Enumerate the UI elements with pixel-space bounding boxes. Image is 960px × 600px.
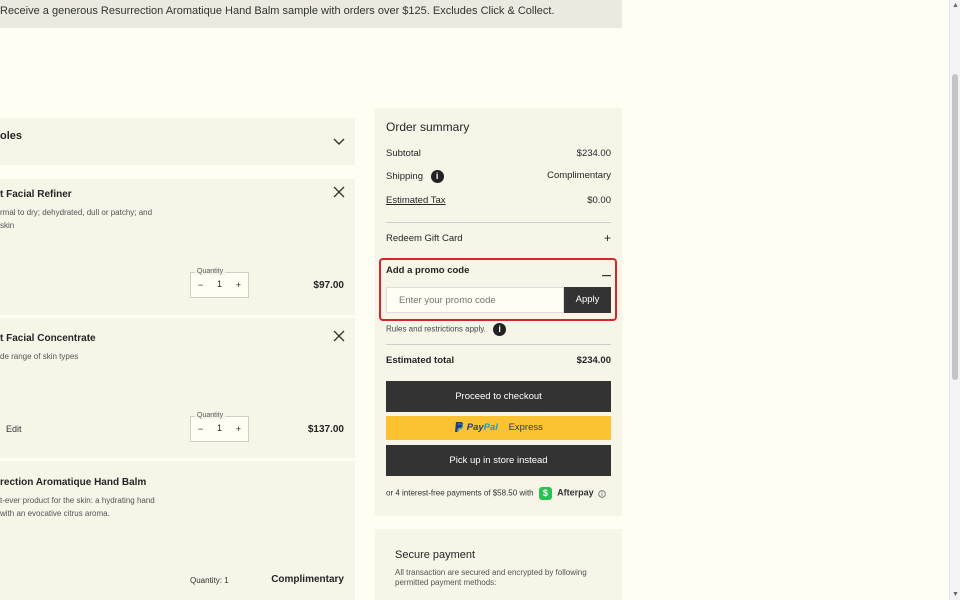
quantity-text: Quantity: 1 [190, 576, 229, 585]
chevron-down-icon[interactable] [333, 134, 345, 149]
subtotal-value: $234.00 [576, 148, 611, 159]
decrease-quantity-button[interactable]: − [198, 424, 203, 434]
quantity-stepper[interactable]: Quantity − 1 + [190, 412, 249, 442]
increase-quantity-button[interactable]: + [236, 424, 241, 434]
rules-row: Rules and restrictions apply. i [386, 323, 611, 336]
scroll-up-icon[interactable]: ▲ [952, 2, 959, 9]
paypal-pay-text: Pay [466, 422, 484, 433]
page-scrollbar[interactable]: ▲ ▼ [949, 0, 960, 600]
order-summary-title: Order summary [386, 120, 470, 134]
afterpay-badge-icon: $ [538, 487, 552, 500]
rules-label: Rules and restrictions apply. [386, 324, 486, 334]
quantity-label: Quantity [195, 268, 226, 275]
increase-quantity-button[interactable]: + [236, 280, 241, 290]
subtotal-label: Subtotal [386, 148, 421, 159]
plus-icon[interactable]: + [604, 231, 611, 245]
item-desc-line2: skin [0, 221, 15, 230]
item-name: rection Aromatique Hand Balm [0, 477, 147, 488]
quantity-value: 1 [217, 279, 223, 289]
item-price: Complimentary [271, 574, 344, 585]
item-desc-line1: t-ever product for the skin: a hydrating… [0, 496, 155, 505]
redeem-gift-card-row[interactable]: Redeem Gift Card + [386, 231, 611, 245]
pick-up-in-store-button[interactable]: Pick up in store instead [386, 445, 611, 476]
estimated-tax-link[interactable]: Estimated Tax [386, 195, 446, 206]
paypal-pal-text: Pal [483, 422, 498, 433]
secure-payment-title: Secure payment [395, 549, 476, 561]
estimated-total-label: Estimated total [386, 355, 455, 366]
shipping-value: Complimentary [547, 170, 611, 181]
tax-value: $0.00 [587, 195, 611, 206]
shipping-label: Shipping [386, 171, 423, 183]
promo-banner-text: Receive a generous Resurrection Aromatiq… [0, 5, 555, 17]
proceed-to-checkout-button[interactable]: Proceed to checkout [386, 381, 611, 412]
remove-item-icon[interactable] [333, 329, 345, 347]
remove-item-icon[interactable] [333, 185, 345, 203]
info-icon[interactable]: i [493, 323, 507, 336]
secure-payment-panel: Secure payment All transaction are secur… [375, 529, 622, 600]
item-price: $97.00 [313, 280, 344, 291]
decrease-quantity-button[interactable]: − [198, 280, 203, 290]
bag-header-title: oles [0, 130, 23, 142]
item-price: $137.00 [307, 424, 344, 435]
item-name: t Facial Concentrate [0, 333, 96, 344]
promo-banner: Receive a generous Resurrection Aromatiq… [0, 0, 622, 28]
quantity-value: 1 [217, 423, 223, 433]
item-desc-line2: with an evocative citrus aroma. [0, 509, 110, 518]
scrollbar-thumb[interactable] [952, 74, 958, 380]
cart-item: rection Aromatique Hand Balm t-ever prod… [0, 461, 355, 600]
divider [386, 344, 611, 345]
quantity-stepper[interactable]: Quantity − 1 + [190, 268, 249, 298]
paypal-logo-icon [454, 422, 467, 433]
afterpay-name: Afterpay [557, 487, 594, 498]
afterpay-info: or 4 interest-free payments of $58.50 wi… [386, 487, 606, 500]
cart-item: t Facial Concentrate de range of skin ty… [0, 318, 355, 458]
scroll-down-icon[interactable]: ▼ [952, 591, 959, 598]
subtotal-row: Subtotal $234.00 [386, 148, 611, 159]
estimated-total-value: $234.00 [576, 355, 611, 366]
promo-code-input[interactable] [386, 287, 564, 313]
edit-item-link[interactable]: Edit [6, 424, 22, 434]
item-desc-line1: rmal to dry; dehydrated, dull or patchy;… [0, 208, 153, 217]
info-icon[interactable]: i [430, 170, 444, 183]
cart-item: t Facial Refiner rmal to dry; dehydrated… [0, 179, 355, 315]
item-name: t Facial Refiner [0, 189, 72, 200]
afterpay-info-icon[interactable] [596, 489, 606, 498]
quantity-label: Quantity [195, 412, 226, 419]
bag-section-header[interactable]: oles [0, 118, 355, 165]
redeem-gift-card-label: Redeem Gift Card [386, 233, 463, 244]
apply-button[interactable]: Apply [564, 287, 611, 313]
afterpay-text: or 4 interest-free payments of $58.50 wi… [386, 488, 534, 498]
estimated-total-row: Estimated total $234.00 [386, 355, 611, 366]
tax-row: Estimated Tax $0.00 [386, 195, 611, 206]
item-desc-line1: de range of skin types [0, 352, 79, 361]
paypal-express-button[interactable]: PayPal Express [386, 416, 611, 440]
secure-payment-desc: All transaction are secured and encrypte… [395, 568, 587, 587]
shipping-row: Shipping i Complimentary [386, 170, 611, 183]
paypal-express-label: Express [508, 422, 543, 433]
divider [386, 222, 611, 223]
